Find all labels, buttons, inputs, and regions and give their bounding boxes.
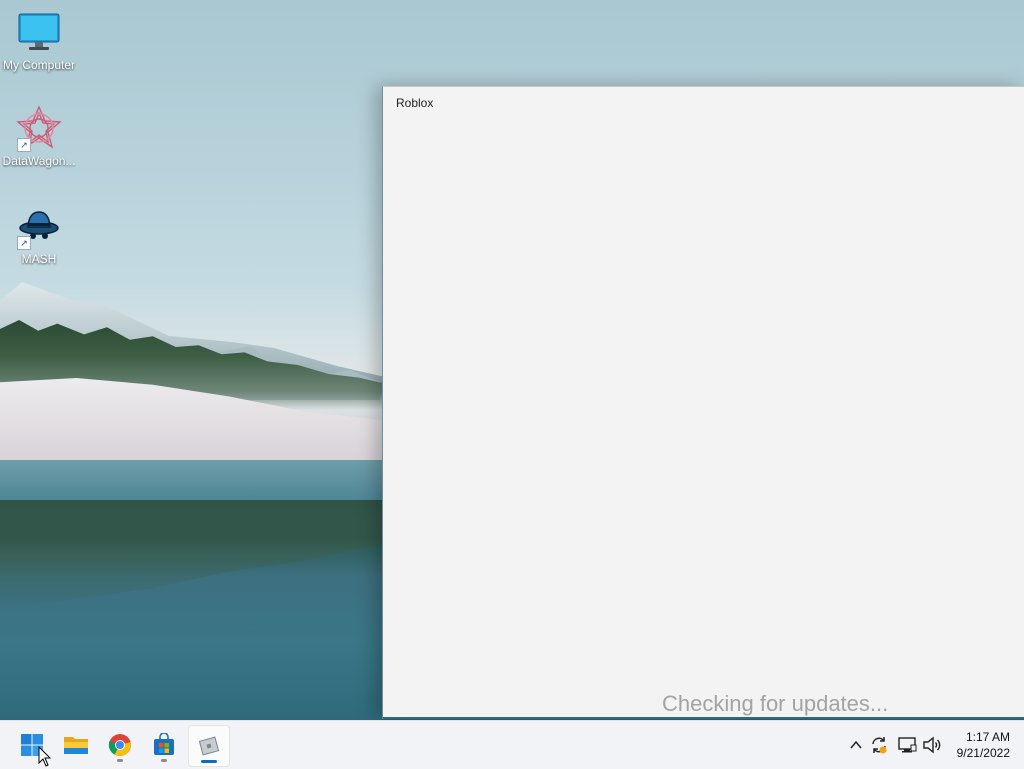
clock-date: 9/21/2022 [956,746,1010,760]
datawagon-icon: ↗ [15,104,63,152]
tray-overflow-button[interactable] [846,721,866,769]
tray-network-button[interactable] [896,721,918,769]
desktop-icon-label: My Computer [2,58,76,72]
taskbar-store[interactable] [144,725,184,765]
shortcut-arrow-icon: ↗ [17,236,31,250]
taskbar: 1:17 AM 9/21/2022 [0,720,1024,769]
mash-icon: ↗ [15,202,63,250]
window-title: Roblox [396,96,434,110]
monitor-icon [15,8,63,56]
mouse-cursor-icon [38,746,52,767]
taskbar-roblox[interactable] [188,725,230,767]
tray-volume-button[interactable] [920,721,944,769]
sync-icon [872,737,887,754]
status-text: Checking for updates... [662,691,889,716]
store-icon [154,733,174,755]
taskbar-file-explorer[interactable] [56,725,96,765]
desktop: My Computer ↗ DataWagon... ↗ MASH Roblox… [0,0,1024,720]
network-icon [898,737,917,753]
desktop-icon-datawagon[interactable]: ↗ DataWagon... [0,104,78,168]
tray-sync-button[interactable] [868,721,890,769]
desktop-icon-mash[interactable]: ↗ MASH [0,202,78,266]
active-indicator [201,760,217,763]
running-indicator [117,759,123,762]
clock-time: 1:17 AM [965,730,1010,744]
folder-icon [64,737,88,754]
running-indicator [161,759,167,762]
window-bottom-border [383,717,1024,719]
clock[interactable]: 1:17 AM 9/21/2022 [957,729,1010,761]
roblox-window[interactable]: Roblox Checking for updates... [382,86,1024,719]
chevron-up-icon [850,740,862,749]
volume-icon [923,736,941,754]
shortcut-arrow-icon: ↗ [17,138,31,152]
desktop-icon-my-computer[interactable]: My Computer [0,8,78,72]
desktop-icon-label: DataWagon... [2,154,76,168]
chrome-icon [108,734,131,756]
desktop-icon-label: MASH [21,252,57,266]
taskbar-chrome[interactable] [100,725,140,765]
roblox-icon [198,736,220,756]
